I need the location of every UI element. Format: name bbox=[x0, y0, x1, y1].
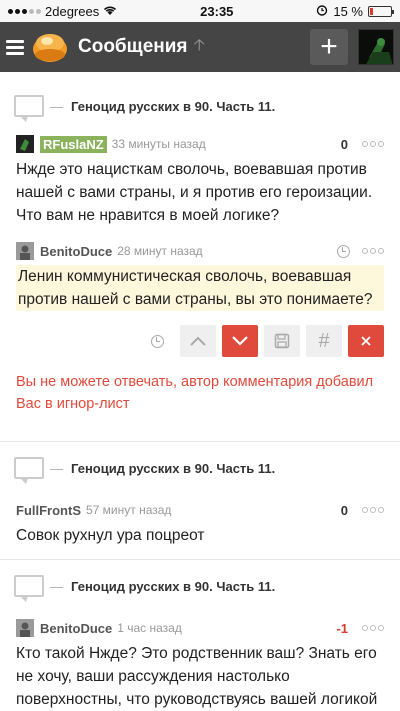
comment-text: Совок рухнул ура поцреот bbox=[16, 527, 205, 544]
comment-author[interactable]: BenitoDuce bbox=[40, 621, 112, 636]
post-link[interactable]: — Геноцид русских в 90. Часть 11. bbox=[0, 448, 400, 488]
comment-score: -1 bbox=[336, 620, 348, 636]
app-bar: Сообщения 🡡 + bbox=[0, 22, 400, 72]
downvote-button[interactable] bbox=[222, 325, 258, 357]
page-title: Сообщения bbox=[78, 36, 188, 57]
more-icon[interactable] bbox=[362, 248, 384, 254]
comment-icon bbox=[14, 575, 44, 602]
comment-icon bbox=[14, 95, 44, 122]
upvote-button[interactable] bbox=[180, 325, 216, 357]
comment-icon bbox=[14, 457, 44, 484]
post-title[interactable]: Геноцид русских в 90. Часть 11. bbox=[71, 461, 275, 476]
separator-dash: — bbox=[50, 460, 63, 476]
comment-author[interactable]: RFuslaNZ bbox=[40, 135, 107, 153]
comment: RFuslaNZ 33 минуты назад 0 Нжде это наци… bbox=[0, 134, 400, 227]
close-button[interactable] bbox=[348, 325, 384, 357]
reply-blocked-warning: Вы не можете отвечать, автор комментария… bbox=[16, 374, 374, 412]
comment-time[interactable]: 28 минут назад bbox=[117, 244, 202, 258]
comment-text: Кто такой Нжде? Это родственник ваш? Зна… bbox=[16, 645, 378, 708]
comment: FullFrontS 57 минут назад 0 Совок рухнул… bbox=[0, 500, 400, 547]
separator-dash: — bbox=[50, 578, 63, 594]
arrow-up-icon[interactable]: 🡡 bbox=[194, 34, 206, 61]
post-link[interactable]: — Геноцид русских в 90. Часть 11. bbox=[0, 566, 400, 606]
carrier-label: 2degrees bbox=[45, 3, 100, 19]
comment-text: Ленин коммунистическая сволочь, воевавша… bbox=[16, 265, 384, 311]
avatar[interactable] bbox=[16, 135, 34, 153]
more-icon[interactable] bbox=[362, 141, 384, 147]
alarm-icon bbox=[316, 4, 328, 19]
clock-icon[interactable] bbox=[151, 334, 164, 348]
avatar[interactable] bbox=[16, 619, 34, 637]
battery-icon bbox=[367, 5, 394, 17]
more-icon[interactable] bbox=[362, 507, 384, 513]
comment-actions: # bbox=[0, 323, 400, 359]
post-link[interactable]: — Геноцид русских в 90. Часть 11. bbox=[0, 86, 400, 126]
comment: BenitoDuce 1 час назад -1 Кто такой Нжде… bbox=[0, 618, 400, 711]
add-post-button[interactable]: + bbox=[310, 29, 348, 65]
battery-label: 15 % bbox=[333, 3, 363, 19]
user-avatar[interactable] bbox=[358, 29, 394, 65]
messages-feed: — Геноцид русских в 90. Часть 11. RFusla… bbox=[0, 72, 400, 711]
clock-icon[interactable] bbox=[337, 244, 350, 258]
clock-label: 23:35 bbox=[200, 3, 234, 19]
avatar[interactable] bbox=[16, 242, 34, 260]
comment-score: 0 bbox=[340, 136, 348, 152]
app-logo[interactable] bbox=[30, 29, 70, 65]
signal-icon bbox=[8, 8, 41, 14]
comment-time[interactable]: 57 минут назад bbox=[86, 503, 171, 517]
save-button[interactable] bbox=[264, 325, 300, 357]
comment-time[interactable]: 33 минуты назад bbox=[112, 137, 206, 151]
post-title[interactable]: Геноцид русских в 90. Часть 11. bbox=[71, 579, 275, 594]
comment-text: Нжде это нацисткам сволочь, воевавшая пр… bbox=[16, 161, 373, 224]
comment-author[interactable]: FullFrontS bbox=[16, 503, 81, 518]
comment-score: 0 bbox=[340, 502, 348, 518]
post-title[interactable]: Геноцид русских в 90. Часть 11. bbox=[71, 99, 275, 114]
comment: BenitoDuce 28 минут назад Ленин коммунис… bbox=[0, 241, 400, 311]
wifi-icon bbox=[103, 4, 117, 19]
menu-icon[interactable] bbox=[6, 39, 24, 55]
comment-time[interactable]: 1 час назад bbox=[117, 621, 182, 635]
link-button[interactable]: # bbox=[306, 325, 342, 357]
separator-dash: — bbox=[50, 98, 63, 114]
status-bar: 2degrees 23:35 15 % bbox=[0, 0, 400, 22]
more-icon[interactable] bbox=[362, 625, 384, 631]
comment-author[interactable]: BenitoDuce bbox=[40, 244, 112, 259]
